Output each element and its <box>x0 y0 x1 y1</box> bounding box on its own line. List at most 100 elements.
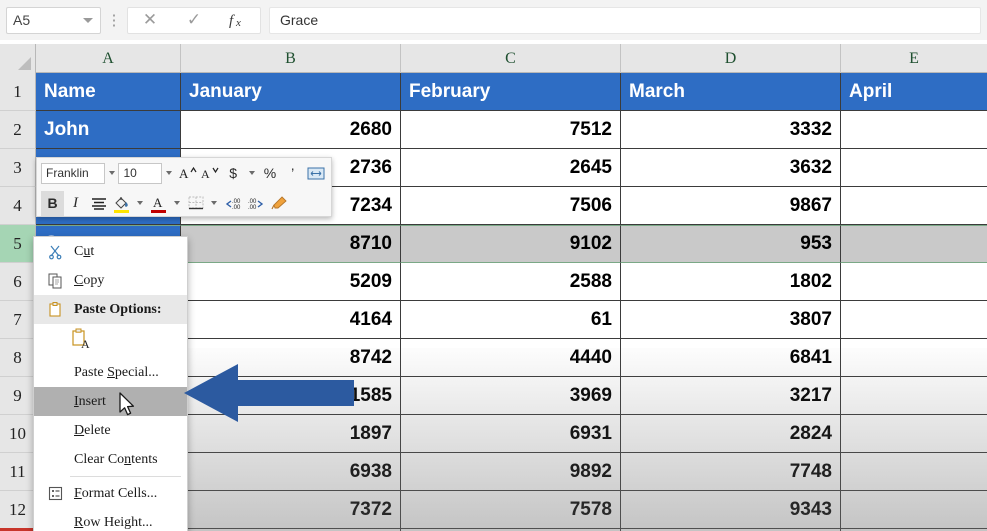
cell-e7[interactable] <box>841 301 987 339</box>
font-color-icon[interactable]: A <box>147 191 170 216</box>
row-header-8[interactable]: 8 <box>0 339 36 377</box>
cell-c5[interactable]: 9102 <box>401 225 621 263</box>
font-name-combo[interactable]: Franklin <box>41 162 105 184</box>
context-menu-item-row-height[interactable]: Row Height... <box>34 508 187 531</box>
context-menu-item-cut[interactable]: Cut <box>34 237 187 266</box>
row-header-2[interactable]: 2 <box>0 111 36 149</box>
cell-c3[interactable]: 2645 <box>401 149 621 187</box>
cell-d11[interactable]: 7748 <box>621 453 841 491</box>
font-color-chevron-down-icon[interactable] <box>170 193 184 214</box>
row-header-1[interactable]: 1 <box>0 73 36 111</box>
row-header-9[interactable]: 9 <box>0 377 36 415</box>
context-menu-item-delete[interactable]: Delete <box>34 416 187 445</box>
cell-c2[interactable]: 7512 <box>401 111 621 149</box>
row-header-12[interactable]: 12 <box>0 491 36 529</box>
format-painter-icon[interactable] <box>267 191 290 216</box>
fill-color-icon[interactable] <box>110 191 133 216</box>
increase-decimal-icon[interactable]: .00.00 <box>244 191 267 216</box>
close-icon[interactable]: ✕ <box>128 8 172 33</box>
shrink-font-icon[interactable]: A <box>199 161 222 186</box>
cell-e5[interactable] <box>841 225 987 263</box>
cell-d8[interactable]: 6841 <box>621 339 841 377</box>
cell-e6[interactable] <box>841 263 987 301</box>
accounting-format-icon[interactable]: $ <box>222 161 245 186</box>
cell-b7[interactable]: 4164 <box>181 301 401 339</box>
cell-d4[interactable]: 9867 <box>621 187 841 225</box>
cell-e3[interactable] <box>841 149 987 187</box>
cell-d1[interactable]: March <box>621 73 841 111</box>
paste-text-icon[interactable]: A <box>70 326 96 357</box>
cell-c11[interactable]: 9892 <box>401 453 621 491</box>
cell-d3[interactable]: 3632 <box>621 149 841 187</box>
cell-b5[interactable]: 8710 <box>181 225 401 263</box>
font-name-chevron-down-icon[interactable] <box>105 163 119 184</box>
row-header-5[interactable]: 5 <box>0 225 36 263</box>
fill-color-chevron-down-icon[interactable] <box>133 193 147 214</box>
italic-button[interactable]: I <box>64 191 87 216</box>
bold-button[interactable]: B <box>41 190 64 216</box>
cell-e10[interactable] <box>841 415 987 453</box>
cell-c8[interactable]: 4440 <box>401 339 621 377</box>
more-options-icon[interactable]: ⋮ <box>101 7 127 34</box>
context-menu-item-clear-contents[interactable]: Clear Contents <box>34 445 187 474</box>
accounting-chevron-down-icon[interactable] <box>245 163 259 184</box>
cell-d6[interactable]: 1802 <box>621 263 841 301</box>
cell-e4[interactable] <box>841 187 987 225</box>
context-menu-item-copy[interactable]: Copy <box>34 266 187 295</box>
row-header-11[interactable]: 11 <box>0 453 36 491</box>
cell-c10[interactable]: 6931 <box>401 415 621 453</box>
column-header-e[interactable]: E <box>841 44 987 73</box>
cell-e12[interactable] <box>841 491 987 529</box>
borders-chevron-down-icon[interactable] <box>207 193 221 214</box>
cell-d10[interactable]: 2824 <box>621 415 841 453</box>
cell-e8[interactable] <box>841 339 987 377</box>
row-header-10[interactable]: 10 <box>0 415 36 453</box>
context-menu-item-format-cells[interactable]: Format Cells... <box>34 479 187 508</box>
cell-d2[interactable]: 3332 <box>621 111 841 149</box>
cell-c6[interactable]: 2588 <box>401 263 621 301</box>
cell-b6[interactable]: 5209 <box>181 263 401 301</box>
cell-b1[interactable]: January <box>181 73 401 111</box>
cell-c1[interactable]: February <box>401 73 621 111</box>
cell-b2[interactable]: 2680 <box>181 111 401 149</box>
check-icon[interactable]: ✓ <box>172 8 216 33</box>
context-menu-item-insert[interactable]: Insert <box>34 387 187 416</box>
fx-icon[interactable]: f x <box>216 8 260 33</box>
row-header-7[interactable]: 7 <box>0 301 36 339</box>
cell-a1[interactable]: Name <box>36 73 181 111</box>
row-header-3[interactable]: 3 <box>0 149 36 187</box>
borders-icon[interactable] <box>184 191 207 216</box>
column-header-d[interactable]: D <box>621 44 841 73</box>
cell-d7[interactable]: 3807 <box>621 301 841 339</box>
column-header-a[interactable]: A <box>36 44 181 73</box>
cell-d9[interactable]: 3217 <box>621 377 841 415</box>
cell-e1[interactable]: April <box>841 73 987 111</box>
formula-input[interactable]: Grace <box>269 6 981 34</box>
font-size-chevron-down-icon[interactable] <box>162 163 176 184</box>
decrease-decimal-icon[interactable]: .00.00 <box>221 191 244 216</box>
row-header-4[interactable]: 4 <box>0 187 36 225</box>
cell-c4[interactable]: 7506 <box>401 187 621 225</box>
cell-b12[interactable]: 7372 <box>181 491 401 529</box>
cell-b11[interactable]: 6938 <box>181 453 401 491</box>
grow-font-icon[interactable]: A <box>176 161 199 186</box>
percent-format-icon[interactable]: % <box>259 161 282 186</box>
cell-c7[interactable]: 61 <box>401 301 621 339</box>
cell-e2[interactable] <box>841 111 987 149</box>
merge-and-center-icon[interactable] <box>304 161 327 186</box>
cell-a2[interactable]: John <box>36 111 181 149</box>
column-header-b[interactable]: B <box>181 44 401 73</box>
cell-c9[interactable]: 3969 <box>401 377 621 415</box>
cell-c12[interactable]: 7578 <box>401 491 621 529</box>
align-center-icon[interactable] <box>87 191 110 216</box>
row-header-6[interactable]: 6 <box>0 263 36 301</box>
name-box[interactable]: A5 <box>6 6 101 34</box>
cell-d5[interactable]: 953 <box>621 225 841 263</box>
column-header-c[interactable]: C <box>401 44 621 73</box>
comma-format-icon[interactable]: ’ <box>281 161 304 186</box>
cell-e11[interactable] <box>841 453 987 491</box>
select-all-corner[interactable] <box>0 44 36 73</box>
font-size-combo[interactable]: 10 <box>118 162 163 184</box>
cell-d12[interactable]: 9343 <box>621 491 841 529</box>
chevron-down-icon[interactable] <box>83 18 93 23</box>
